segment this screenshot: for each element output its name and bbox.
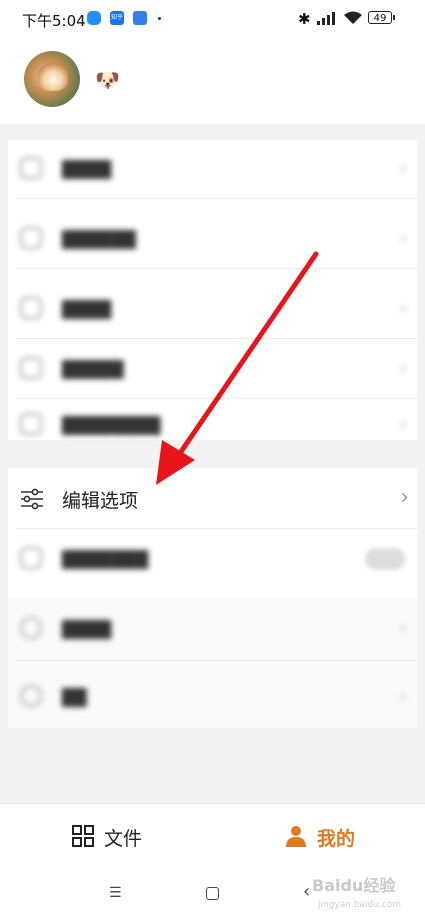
battery-icon: 49 <box>368 11 395 24</box>
blurred-menu-item[interactable]: ████ › <box>8 140 417 198</box>
blurred-item-label: ███████ <box>62 550 149 569</box>
chevron-right-icon: › <box>399 414 407 435</box>
status-bar: 下午5:04 知乎 ✱ 49 <box>0 0 425 36</box>
toggle-switch[interactable] <box>365 548 405 570</box>
grid-icon <box>72 825 94 847</box>
blurred-menu-item[interactable]: ██ › <box>8 668 417 726</box>
blurred-item-icon <box>20 157 42 179</box>
divider <box>16 198 417 199</box>
person-icon <box>286 826 306 847</box>
notification-dot-icon <box>158 17 161 20</box>
blurred-item-label: █████ <box>62 360 124 379</box>
blurred-item-icon <box>20 547 42 569</box>
signal-icon <box>317 12 335 25</box>
menu-icon[interactable]: ☰ <box>109 885 122 901</box>
blurred-item-label: ██████ <box>62 230 136 249</box>
bottom-nav: 文件 我的 <box>0 803 425 870</box>
chevron-right-icon: › <box>399 158 407 179</box>
divider <box>16 268 417 269</box>
blurred-item-label: ████████ <box>62 416 161 435</box>
blurred-item-label: ████ <box>62 620 112 639</box>
blurred-toggle-item[interactable]: ███████ <box>8 530 417 588</box>
watermark: Baidu经验 <box>312 876 396 895</box>
chevron-right-icon: › <box>399 358 407 379</box>
settings-group-blurred: ████ › ██████ › ████ › █████ › ████████ … <box>8 140 417 440</box>
tab-files-label: 文件 <box>104 828 143 850</box>
chevron-right-icon: › <box>399 618 407 639</box>
home-icon[interactable] <box>206 887 219 900</box>
blurred-item-icon <box>20 357 42 379</box>
chevron-right-icon: › <box>399 686 407 707</box>
blurred-item-icon <box>20 297 42 319</box>
profile-nickname: 🐶 <box>95 68 120 92</box>
blurred-menu-item[interactable]: █████ › <box>8 340 417 398</box>
back-icon[interactable]: ‹ <box>303 881 310 902</box>
divider <box>16 338 417 339</box>
zhihu-app-icon: 知乎 <box>110 11 124 25</box>
divider <box>16 660 417 661</box>
status-time: 下午5:04 <box>22 12 86 30</box>
avatar[interactable] <box>24 51 80 107</box>
chevron-right-icon: › <box>399 298 407 319</box>
sliders-icon <box>21 488 43 510</box>
blurred-item-icon <box>20 617 42 639</box>
blurred-menu-item[interactable]: ████ › <box>8 280 417 338</box>
chevron-right-icon: › <box>400 485 409 510</box>
profile-header[interactable]: 🐶 <box>0 36 425 124</box>
watermark-url: jingyan.baidu.com <box>318 900 402 910</box>
wifi-icon <box>344 11 362 24</box>
blurred-item-label: ████ <box>62 160 112 179</box>
blurred-item-icon <box>20 413 42 435</box>
divider <box>16 528 417 529</box>
bluetooth-icon: ✱ <box>298 10 311 28</box>
blurred-menu-item[interactable]: ████ › <box>8 600 417 658</box>
message-app-icon <box>87 11 101 25</box>
blurred-item-icon <box>20 227 42 249</box>
blurred-item-label: ████ <box>62 300 112 319</box>
bluetooth-app-icon <box>133 11 147 25</box>
blurred-menu-item[interactable]: ████████ › <box>8 396 417 454</box>
options-group: 编辑选项 › ███████ <box>8 468 417 598</box>
chevron-right-icon: › <box>399 228 407 249</box>
about-group-blurred: ████ › ██ › <box>8 598 417 728</box>
tab-me-label: 我的 <box>317 828 356 850</box>
blurred-menu-item[interactable]: ██████ › <box>8 210 417 268</box>
edit-options-label: 编辑选项 <box>62 490 139 512</box>
edit-options-item[interactable]: 编辑选项 › <box>8 470 417 528</box>
blurred-item-label: ██ <box>62 688 87 707</box>
red-arrow <box>156 251 319 485</box>
blurred-item-icon <box>20 685 42 707</box>
